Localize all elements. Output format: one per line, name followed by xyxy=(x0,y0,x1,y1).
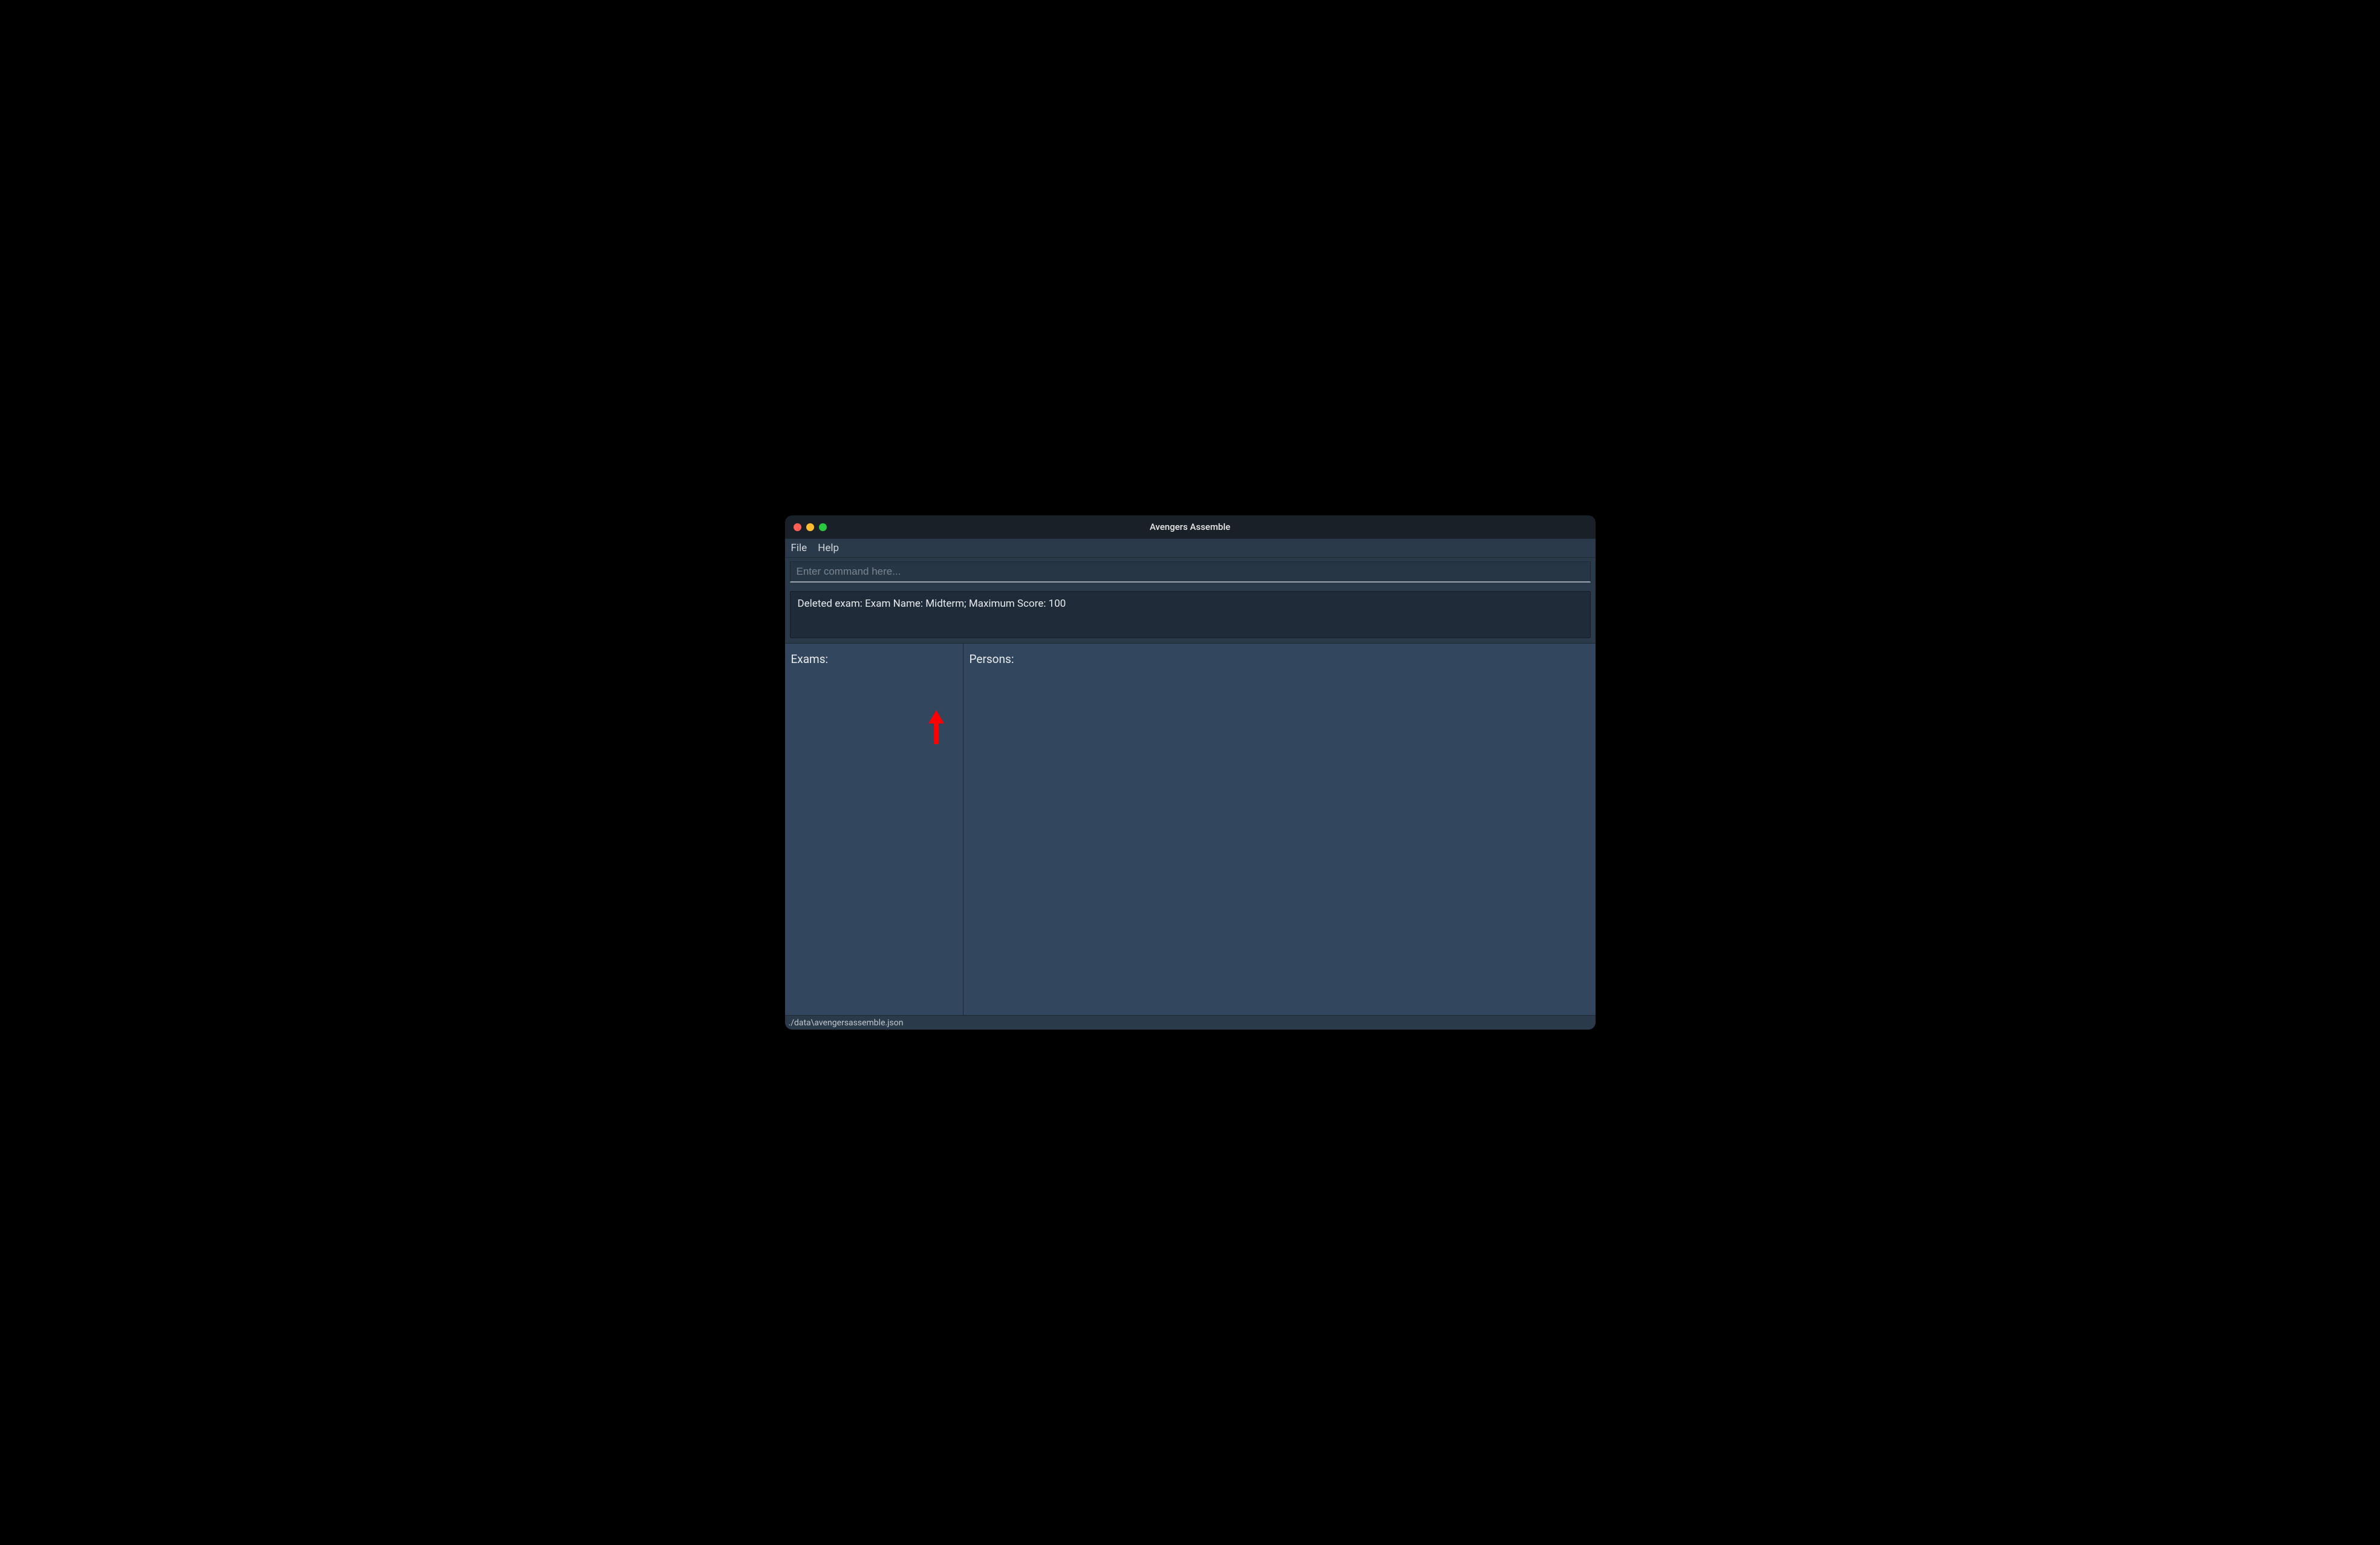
window-title: Avengers Assemble xyxy=(785,521,1596,532)
minimize-window-button[interactable] xyxy=(806,523,814,531)
titlebar: Avengers Assemble xyxy=(785,515,1596,538)
app-window: Avengers Assemble File Help Deleted exam… xyxy=(785,515,1596,1030)
traffic-lights xyxy=(794,523,827,531)
menu-file[interactable]: File xyxy=(791,542,807,554)
exams-panel-title: Exams: xyxy=(791,652,957,666)
footer-path: ./data\avengersassemble.json xyxy=(789,1018,904,1028)
status-message-box: Deleted exam: Exam Name: Midterm; Maximu… xyxy=(790,591,1591,638)
command-row xyxy=(785,558,1596,583)
command-input[interactable] xyxy=(790,561,1591,583)
status-row: Deleted exam: Exam Name: Midterm; Maximu… xyxy=(785,583,1596,643)
persons-panel: Persons: xyxy=(963,644,1596,1015)
menu-help[interactable]: Help xyxy=(818,542,839,554)
close-window-button[interactable] xyxy=(794,523,801,531)
status-message-text: Deleted exam: Exam Name: Midterm; Maximu… xyxy=(798,598,1066,610)
arrow-up-icon xyxy=(927,710,945,744)
persons-panel-title: Persons: xyxy=(970,652,1589,666)
content-row: Exams: Persons: xyxy=(785,643,1596,1015)
footer: ./data\avengersassemble.json xyxy=(785,1015,1596,1030)
exams-panel: Exams: xyxy=(785,644,963,1015)
menubar: File Help xyxy=(785,538,1596,558)
maximize-window-button[interactable] xyxy=(819,523,827,531)
